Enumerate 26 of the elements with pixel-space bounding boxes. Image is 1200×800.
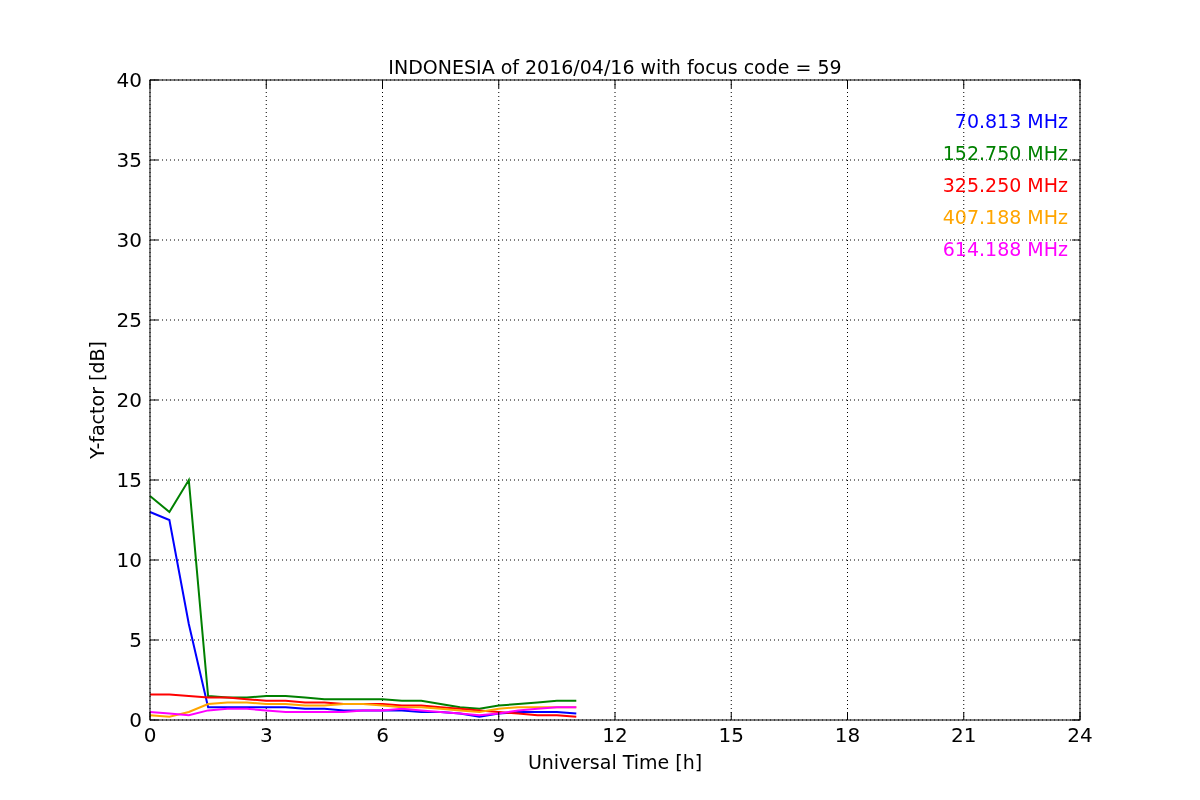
tick-label: 35 (116, 148, 142, 172)
tick-label: 0 (143, 723, 157, 747)
chart-title: INDONESIA of 2016/04/16 with focus code = 59 (388, 56, 842, 78)
tick-label: 10 (116, 548, 142, 572)
tick-label: 5 (129, 628, 142, 652)
axis-label: Universal Time [h] (527, 751, 703, 773)
tick-label: 15 (116, 468, 142, 492)
axis-label: Y-factor [dB] (86, 341, 108, 459)
tick-label: 0 (129, 708, 142, 732)
legend-label: 325.250 MHz (942, 174, 1068, 196)
tick-label: 24 (1067, 723, 1093, 747)
tick-label: 20 (116, 388, 142, 412)
legend-label: 70.813 MHz (954, 110, 1068, 132)
tick-label: 3 (259, 723, 273, 747)
legend-label: 614.188 MHz (942, 238, 1068, 260)
tick-label: 6 (376, 723, 389, 747)
tick-label: 15 (718, 723, 744, 747)
tick-label: 18 (834, 723, 861, 747)
tick-label: 12 (602, 723, 628, 747)
tick-label: 25 (116, 308, 142, 332)
tick-label: 30 (116, 228, 142, 252)
legend-label: 407.188 MHz (942, 206, 1068, 228)
legend-label: 152.750 MHz (942, 142, 1068, 164)
tick-label: 9 (492, 723, 506, 747)
tick-label: 21 (951, 723, 977, 747)
tick-label: 40 (116, 68, 142, 92)
